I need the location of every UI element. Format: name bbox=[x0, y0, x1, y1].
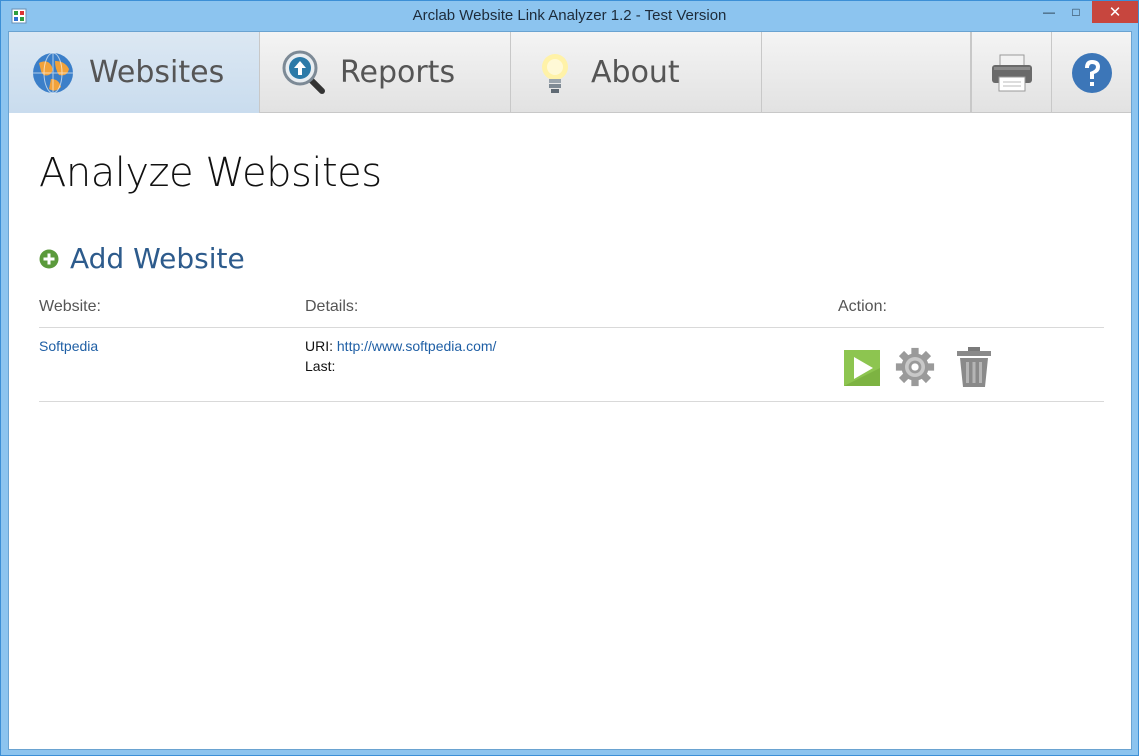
tab-reports-label: Reports bbox=[340, 55, 456, 90]
column-header-website: Website: bbox=[39, 298, 101, 315]
run-analysis-button[interactable] bbox=[842, 346, 882, 388]
close-button[interactable]: ✕ bbox=[1092, 1, 1138, 23]
detail-last: Last: bbox=[305, 358, 335, 374]
header-divider bbox=[39, 327, 1104, 328]
print-button[interactable] bbox=[971, 32, 1052, 113]
plus-circle-icon bbox=[39, 249, 59, 268]
title-bar[interactable]: Arclab Website Link Analyzer 1.2 - Test … bbox=[1, 1, 1138, 31]
globe-icon bbox=[33, 52, 73, 93]
row-divider bbox=[39, 401, 1104, 402]
window-title: Arclab Website Link Analyzer 1.2 - Test … bbox=[412, 7, 727, 24]
add-website-button[interactable]: Add Website bbox=[39, 242, 245, 275]
help-button[interactable] bbox=[1052, 32, 1131, 113]
help-icon bbox=[1071, 52, 1112, 93]
uri-label: URI: bbox=[305, 338, 333, 354]
last-label: Last: bbox=[305, 358, 336, 374]
app-window: Arclab Website Link Analyzer 1.2 - Test … bbox=[0, 0, 1139, 756]
tab-about-label: About bbox=[591, 55, 680, 90]
tab-websites[interactable]: Websites bbox=[9, 32, 260, 113]
tab-reports[interactable]: Reports bbox=[260, 32, 511, 113]
delete-trash-button[interactable] bbox=[954, 346, 994, 388]
add-website-label: Add Website bbox=[70, 242, 245, 275]
settings-gear-button[interactable] bbox=[895, 346, 935, 388]
detail-uri: URI: http://www.softpedia.com/ bbox=[305, 338, 496, 354]
magnifier-icon bbox=[282, 50, 325, 94]
printer-icon bbox=[991, 54, 1032, 91]
uri-link[interactable]: http://www.softpedia.com/ bbox=[337, 338, 497, 354]
tab-websites-label: Websites bbox=[89, 55, 225, 90]
website-name-link[interactable]: Softpedia bbox=[39, 338, 98, 354]
tab-bar-spacer bbox=[762, 32, 971, 113]
column-header-action: Action: bbox=[838, 298, 887, 315]
column-header-details: Details: bbox=[305, 298, 359, 315]
lightbulb-icon bbox=[542, 53, 568, 93]
minimize-button[interactable]: — bbox=[1035, 1, 1063, 23]
tab-about[interactable]: About bbox=[511, 32, 762, 113]
main-client-area: Websites Reports About Analyze Websites … bbox=[8, 31, 1132, 750]
tab-bar: Websites Reports About bbox=[9, 32, 1131, 113]
maximize-button[interactable]: □ bbox=[1063, 1, 1089, 23]
page-title: Analyze Websites bbox=[39, 150, 382, 196]
